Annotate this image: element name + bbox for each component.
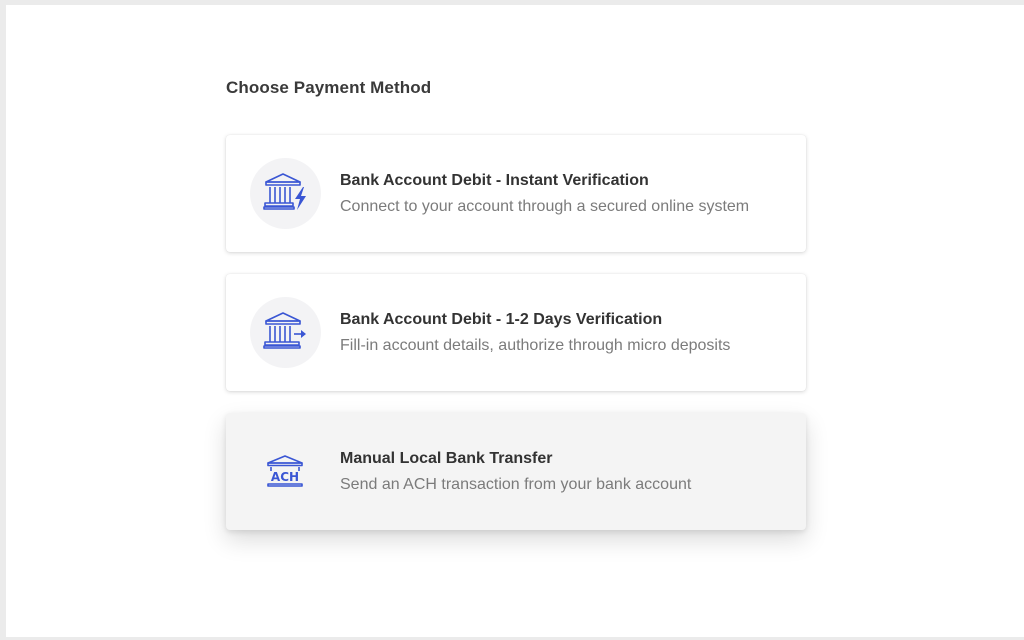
- ach-label: ACH: [271, 470, 299, 484]
- option-title: Manual Local Bank Transfer: [340, 450, 553, 467]
- option-title: Bank Account Debit - 1-2 Days Verificati…: [340, 311, 663, 328]
- option-description: Fill-in account details, authorize throu…: [340, 337, 731, 354]
- bank-ach-icon: ACH: [250, 436, 321, 507]
- payment-option-1-2-days-verification[interactable]: Bank Account Debit - 1-2 Days Verificati…: [226, 274, 806, 391]
- bank-arrow-icon: [250, 297, 321, 368]
- payment-option-instant-verification[interactable]: Bank Account Debit - Instant Verificatio…: [226, 135, 806, 252]
- option-description: Send an ACH transaction from your bank a…: [340, 476, 692, 493]
- payment-panel: Choose Payment Method Bank Account Debit…: [6, 5, 1024, 637]
- option-title: Bank Account Debit - Instant Verificatio…: [340, 172, 649, 189]
- option-description: Connect to your account through a secure…: [340, 198, 750, 215]
- bank-lightning-icon: [250, 158, 321, 229]
- payment-option-manual-bank-transfer[interactable]: ACH Manual Local Bank Transfer Send an A…: [226, 413, 806, 530]
- page-title: Choose Payment Method: [226, 78, 432, 97]
